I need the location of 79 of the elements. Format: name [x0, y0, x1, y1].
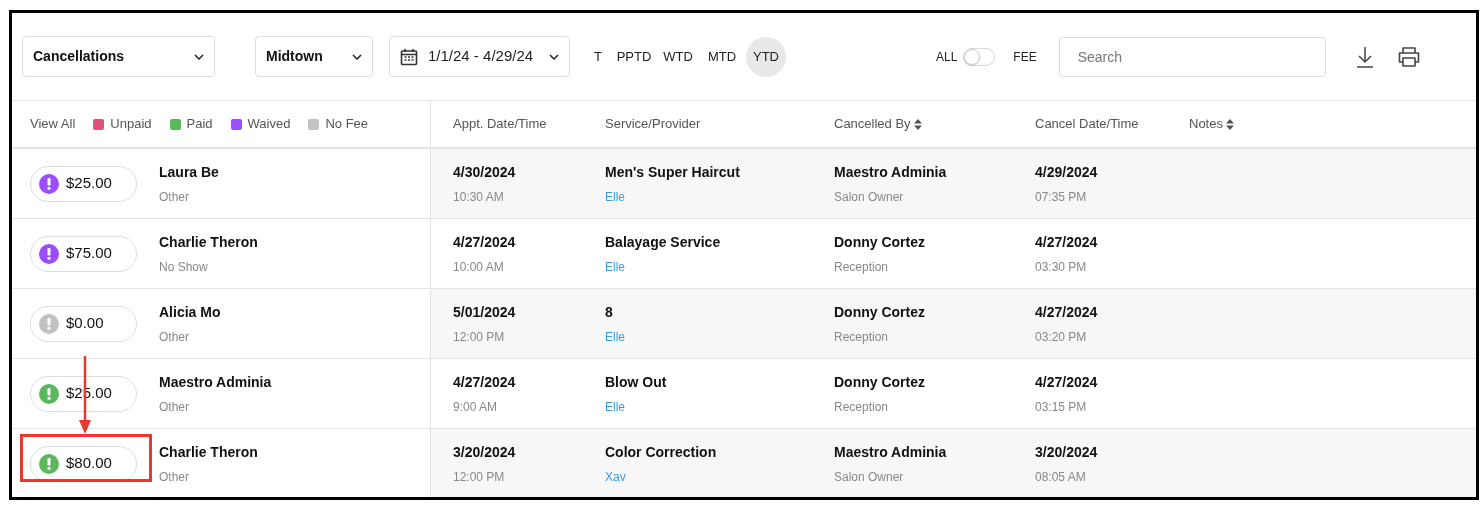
- canceller-name: Donny Cortez: [834, 232, 926, 252]
- cancel-date: 4/27/2024: [1035, 372, 1099, 392]
- column-header: Appt. Date/Time: [453, 115, 547, 134]
- toggle-switch[interactable]: [963, 47, 996, 66]
- canceller-role: Salon Owner: [834, 188, 904, 206]
- canceller-name: Maestro Adminia: [834, 162, 948, 182]
- column-header: Service/Provider: [605, 115, 701, 134]
- dropdown[interactable]: Midtown: [255, 36, 373, 77]
- canceller-role: Salon Owner: [834, 468, 904, 486]
- print-icon[interactable]: [1397, 46, 1420, 67]
- canceller-name: Donny Cortez: [834, 372, 926, 392]
- appointment-time: 12:00 PM: [453, 328, 505, 346]
- appointment-date: 4/27/2024: [453, 232, 517, 252]
- cancel-reason: Other: [159, 468, 190, 486]
- search-field[interactable]: Search: [1058, 36, 1326, 77]
- appointment-time: 9:00 AM: [453, 398, 498, 416]
- amount-badge[interactable]: $75.00: [30, 235, 137, 272]
- service-name: Blow Out: [605, 372, 668, 392]
- cancel-date: 4/27/2024: [1035, 232, 1099, 252]
- cancel-reason: Other: [159, 328, 190, 346]
- cancel-time: 03:30 PM: [1035, 258, 1087, 276]
- legend-label: Paid: [186, 115, 213, 134]
- legend-label: No Fee: [325, 115, 369, 134]
- view-all-link[interactable]: View All: [30, 114, 76, 134]
- legend-label: Unpaid: [110, 115, 152, 134]
- appointment-time: 10:00 AM: [453, 258, 504, 276]
- cancel-time: 03:15 PM: [1035, 398, 1087, 416]
- dropdown[interactable]: 1/1/24 - 4/29/24: [389, 36, 570, 77]
- chevron-icon: [194, 53, 204, 60]
- amount-badge[interactable]: $0.00: [30, 305, 137, 342]
- chevron-icon: [352, 53, 362, 60]
- cancel-time: 07:35 PM: [1035, 188, 1087, 206]
- period-tab[interactable]: MTD: [702, 36, 742, 77]
- period-tab[interactable]: T: [586, 36, 610, 77]
- canceller-role: Reception: [834, 398, 889, 416]
- amount-badge[interactable]: $80.00: [30, 445, 137, 482]
- cancel-date: 4/27/2024: [1035, 302, 1099, 322]
- cancel-reason: No Show: [159, 258, 209, 276]
- calendar-icon: [400, 47, 418, 66]
- client-name: Maestro Adminia: [159, 372, 272, 392]
- cancel-time: 08:05 AM: [1035, 468, 1086, 486]
- client-name: Alicia Mo: [159, 302, 221, 322]
- service-name: Men's Super Haircut: [605, 162, 741, 182]
- column-header: Cancel Date/Time: [1035, 115, 1139, 134]
- toggle-label: ALL: [936, 48, 958, 66]
- canceller-role: Reception: [834, 258, 889, 276]
- client-name: Charlie Theron: [159, 232, 258, 252]
- service-name: Balayage Service: [605, 232, 722, 252]
- appointment-date: 5/01/2024: [453, 302, 517, 322]
- sort-icon[interactable]: [1225, 118, 1234, 130]
- appointment-date: 3/20/2024: [453, 442, 517, 462]
- chevron-icon: [549, 53, 559, 60]
- canceller-name: Maestro Adminia: [834, 442, 948, 462]
- service-name: Color Correction: [605, 442, 718, 462]
- period-tab[interactable]: YTD: [746, 36, 786, 77]
- canceller-name: Donny Cortez: [834, 302, 926, 322]
- column-header[interactable]: Notes: [1189, 114, 1234, 134]
- service-name: 8: [605, 302, 614, 322]
- appointment-date: 4/27/2024: [453, 372, 517, 392]
- toggle-label: FEE: [1013, 48, 1037, 66]
- client-name: Laura Be: [159, 162, 219, 182]
- dropdown[interactable]: Cancellations: [22, 36, 215, 77]
- canceller-role: Reception: [834, 328, 889, 346]
- period-tab[interactable]: PPTD: [614, 36, 654, 77]
- appointment-time: 12:00 PM: [453, 468, 505, 486]
- appointment-time: 10:30 AM: [453, 188, 504, 206]
- client-name: Charlie Theron: [159, 442, 258, 462]
- cancel-reason: Other: [159, 188, 190, 206]
- download-icon[interactable]: [1355, 45, 1374, 68]
- legend-label: Waived: [247, 115, 291, 134]
- cancel-reason: Other: [159, 398, 190, 416]
- sort-icon[interactable]: [913, 118, 922, 130]
- cancel-date: 4/29/2024: [1035, 162, 1099, 182]
- cancel-time: 03:20 PM: [1035, 328, 1087, 346]
- period-tab[interactable]: WTD: [658, 36, 698, 77]
- cancel-date: 3/20/2024: [1035, 442, 1099, 462]
- column-header[interactable]: Cancelled By: [834, 114, 922, 134]
- amount-badge[interactable]: $25.00: [30, 165, 137, 202]
- appointment-date: 4/30/2024: [453, 162, 517, 182]
